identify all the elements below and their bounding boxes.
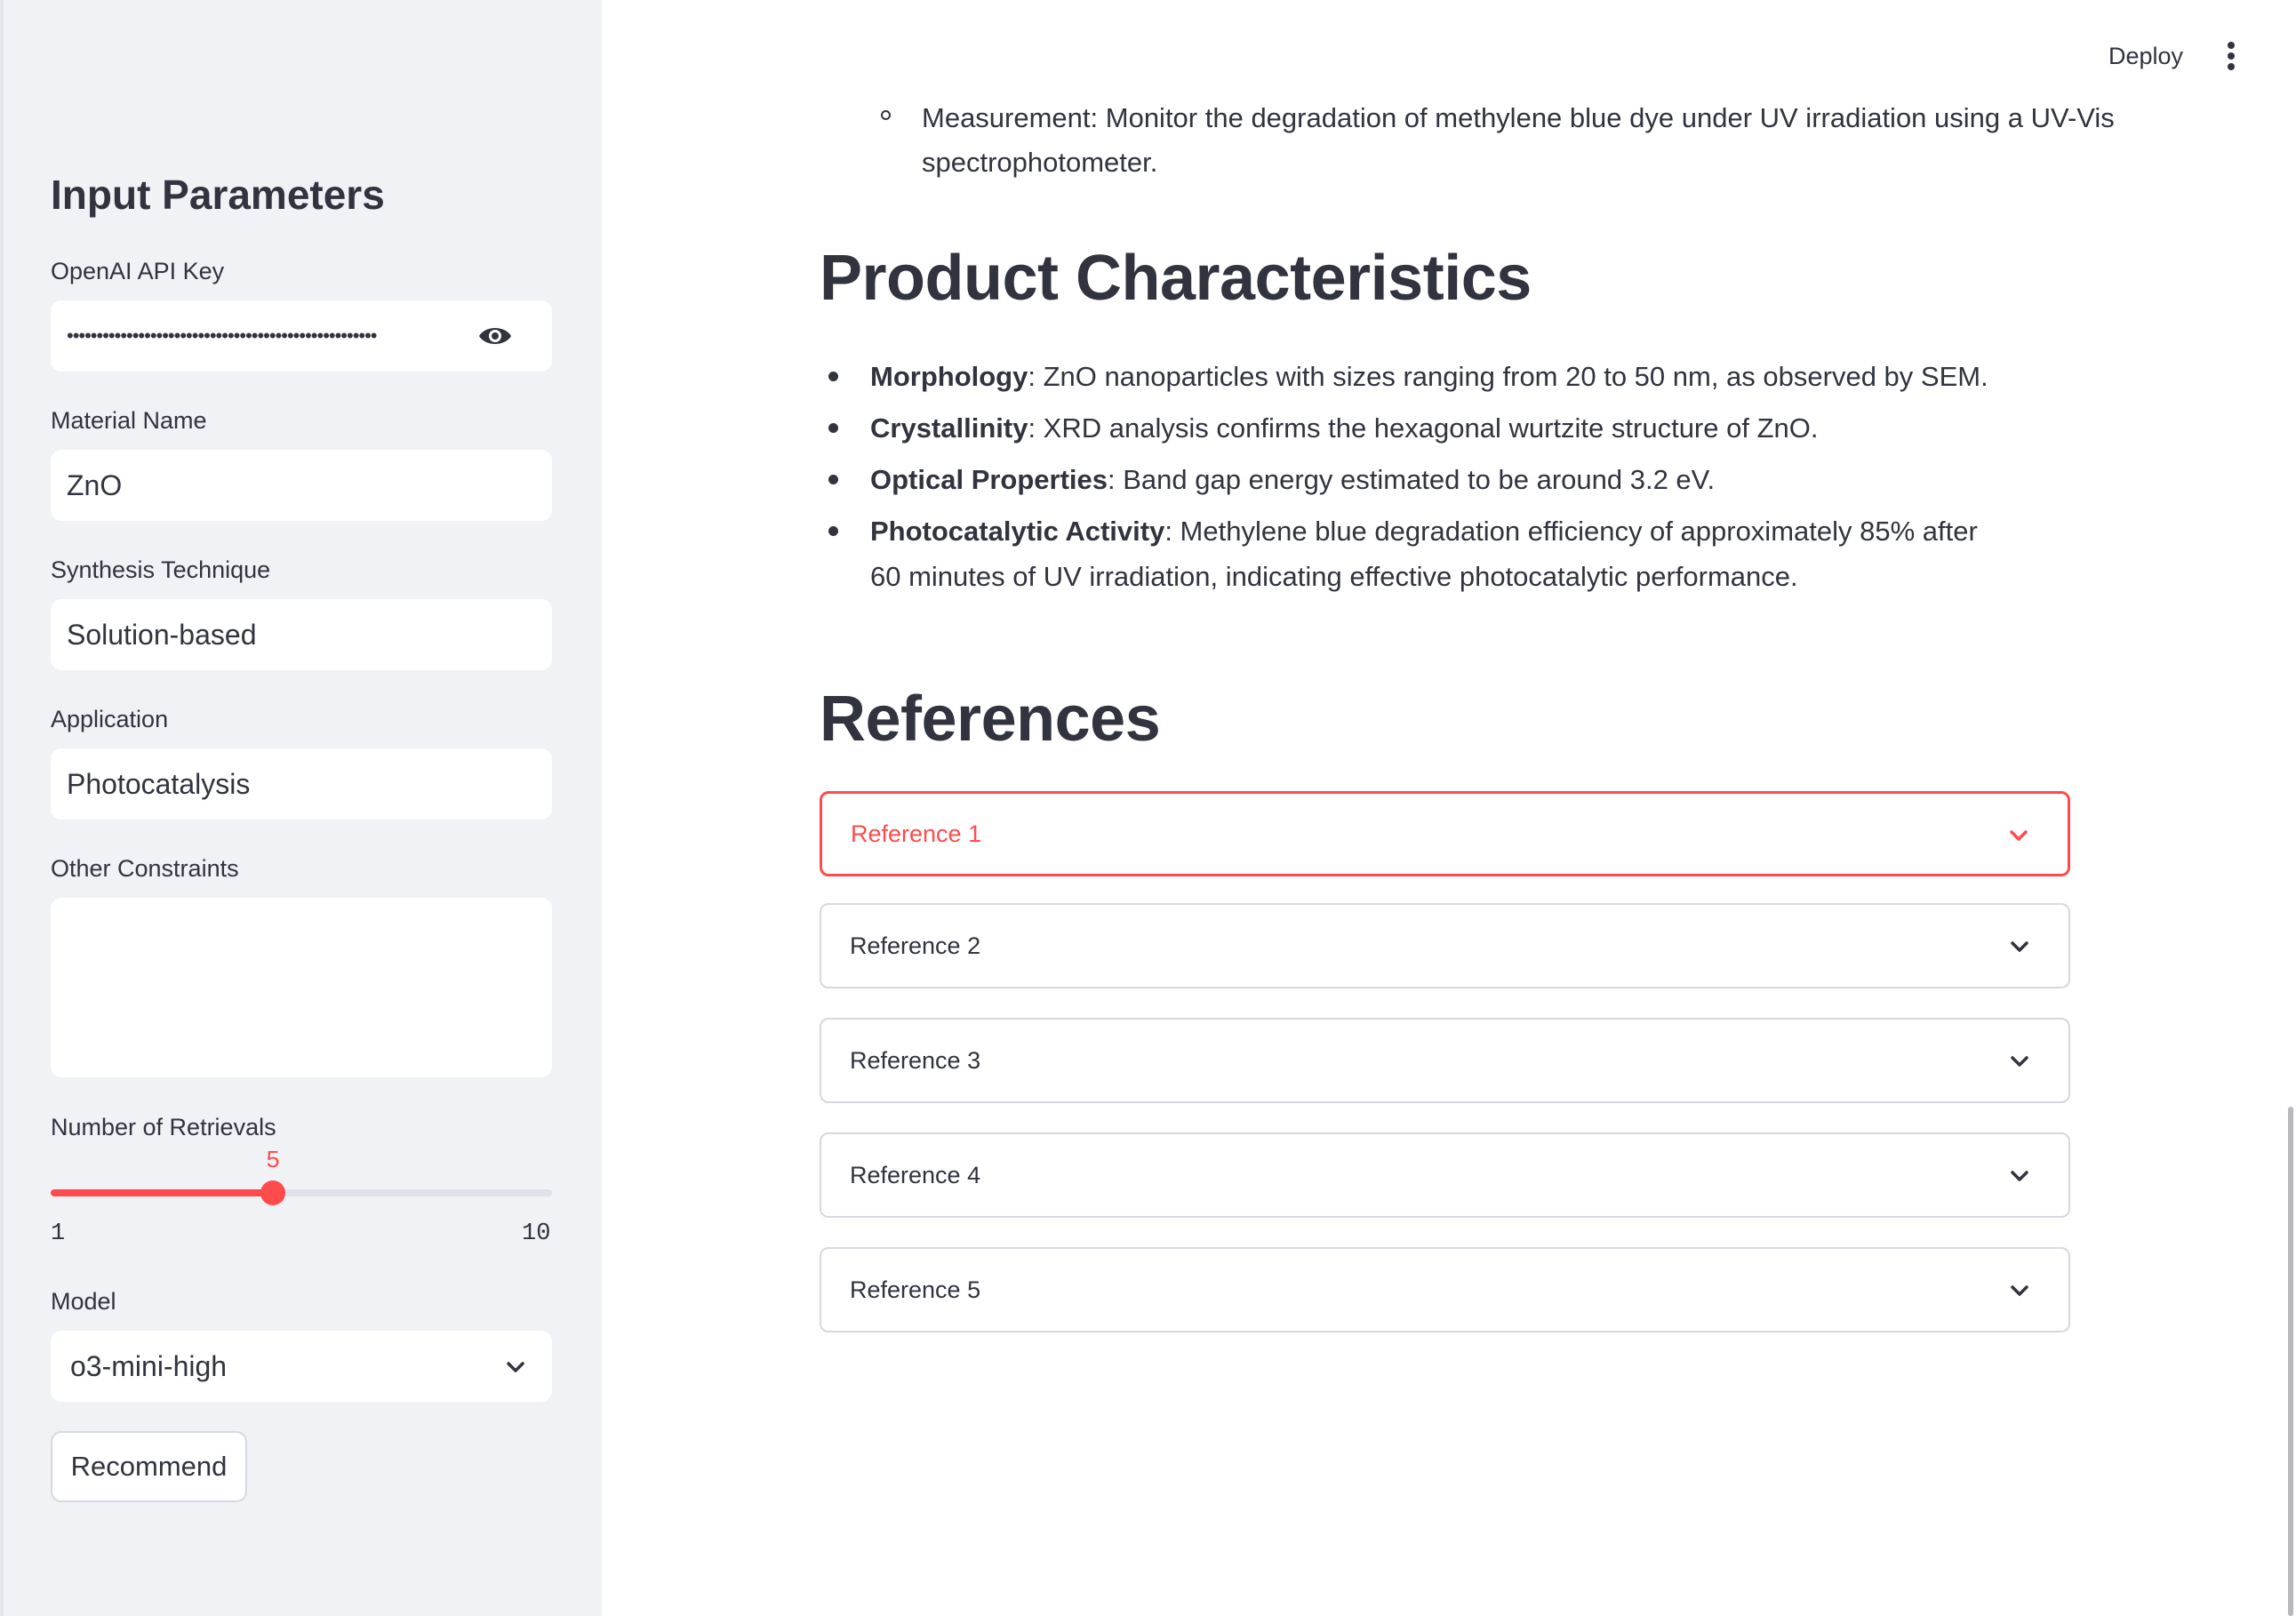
circle-bullet-icon — [881, 110, 891, 120]
reference-label: Reference 1 — [851, 820, 982, 847]
slider-max-label: 10 — [522, 1220, 551, 1247]
bullet-icon — [828, 423, 838, 433]
chevron-down-icon — [2011, 1171, 2028, 1181]
retrievals-label: Number of Retrievals — [51, 1114, 276, 1140]
other-constraints-textarea[interactable] — [51, 898, 552, 1077]
model-label: Model — [51, 1288, 116, 1315]
slider-min-label: 1 — [51, 1220, 66, 1247]
bullet-icon — [828, 372, 838, 381]
chevron-down-icon — [2010, 830, 2028, 841]
recommend-button[interactable]: Recommend — [51, 1431, 247, 1502]
reference-expander-5[interactable]: Reference 5 — [820, 1247, 2070, 1332]
characteristic-item: Crystallinity: XRD analysis confirms the… — [870, 412, 1819, 444]
characteristic-item: Optical Properties: Band gap energy esti… — [870, 464, 1716, 495]
bullet-icon — [828, 475, 838, 484]
measurement-line-2: spectrophotometer. — [922, 147, 1158, 178]
eye-icon[interactable] — [477, 320, 513, 352]
chevron-down-icon — [2011, 1285, 2028, 1296]
scrollbar[interactable] — [2288, 1107, 2293, 1616]
model-select[interactable]: o3-mini-high — [51, 1331, 552, 1402]
bullet-icon — [828, 526, 838, 536]
characteristic-item: Morphology: ZnO nanoparticles with sizes… — [870, 361, 1988, 392]
references-heading: References — [820, 684, 1161, 755]
characteristic-item: Photocatalytic Activity: Methylene blue … — [870, 516, 1978, 592]
material-name-label: Material Name — [51, 407, 207, 434]
reference-label: Reference 3 — [850, 1046, 981, 1074]
chevron-down-icon — [507, 1362, 524, 1372]
other-constraints-label: Other Constraints — [51, 855, 239, 882]
reference-expander-3[interactable]: Reference 3 — [820, 1018, 2070, 1103]
slider-thumb[interactable] — [260, 1180, 286, 1205]
api-key-input[interactable]: ••••••••••••••••••••••••••••••••••••••••… — [51, 300, 552, 372]
reference-label: Reference 5 — [850, 1276, 981, 1303]
chevron-down-icon — [2011, 941, 2028, 952]
slider-fill — [51, 1189, 274, 1196]
product-characteristics-heading: Product Characteristics — [820, 243, 1532, 314]
synthesis-technique-input[interactable]: Solution-based — [51, 599, 552, 670]
measurement-line-1: Measurement: Monitor the degradation of … — [922, 102, 2115, 133]
vertical-dots-icon[interactable] — [2222, 41, 2240, 71]
deploy-button[interactable]: Deploy — [2108, 43, 2183, 70]
application-label: Application — [51, 706, 169, 732]
material-name-input[interactable]: ZnO — [51, 450, 552, 521]
sidebar-title: Input Parameters — [51, 172, 385, 218]
sidebar: Input Parameters OpenAI API Key ••••••••… — [0, 0, 602, 1616]
reference-label: Reference 2 — [850, 932, 981, 959]
retrievals-slider[interactable] — [51, 1180, 552, 1205]
application-input[interactable]: Photocatalysis — [51, 748, 552, 820]
app-window: Input Parameters OpenAI API Key ••••••••… — [0, 0, 2296, 1616]
model-select-value: o3-mini-high — [70, 1349, 228, 1382]
synthesis-technique-label: Synthesis Technique — [51, 556, 271, 583]
chevron-down-icon — [2011, 1056, 2028, 1067]
reference-expander-1[interactable]: Reference 1 — [820, 791, 2070, 876]
slider-current-value: 5 — [266, 1148, 281, 1175]
reference-label: Reference 4 — [850, 1161, 981, 1188]
api-key-value: ••••••••••••••••••••••••••••••••••••••••… — [67, 324, 378, 347]
reference-expander-2[interactable]: Reference 2 — [820, 903, 2070, 988]
api-key-label: OpenAI API Key — [51, 258, 225, 284]
reference-expander-4[interactable]: Reference 4 — [820, 1132, 2070, 1218]
